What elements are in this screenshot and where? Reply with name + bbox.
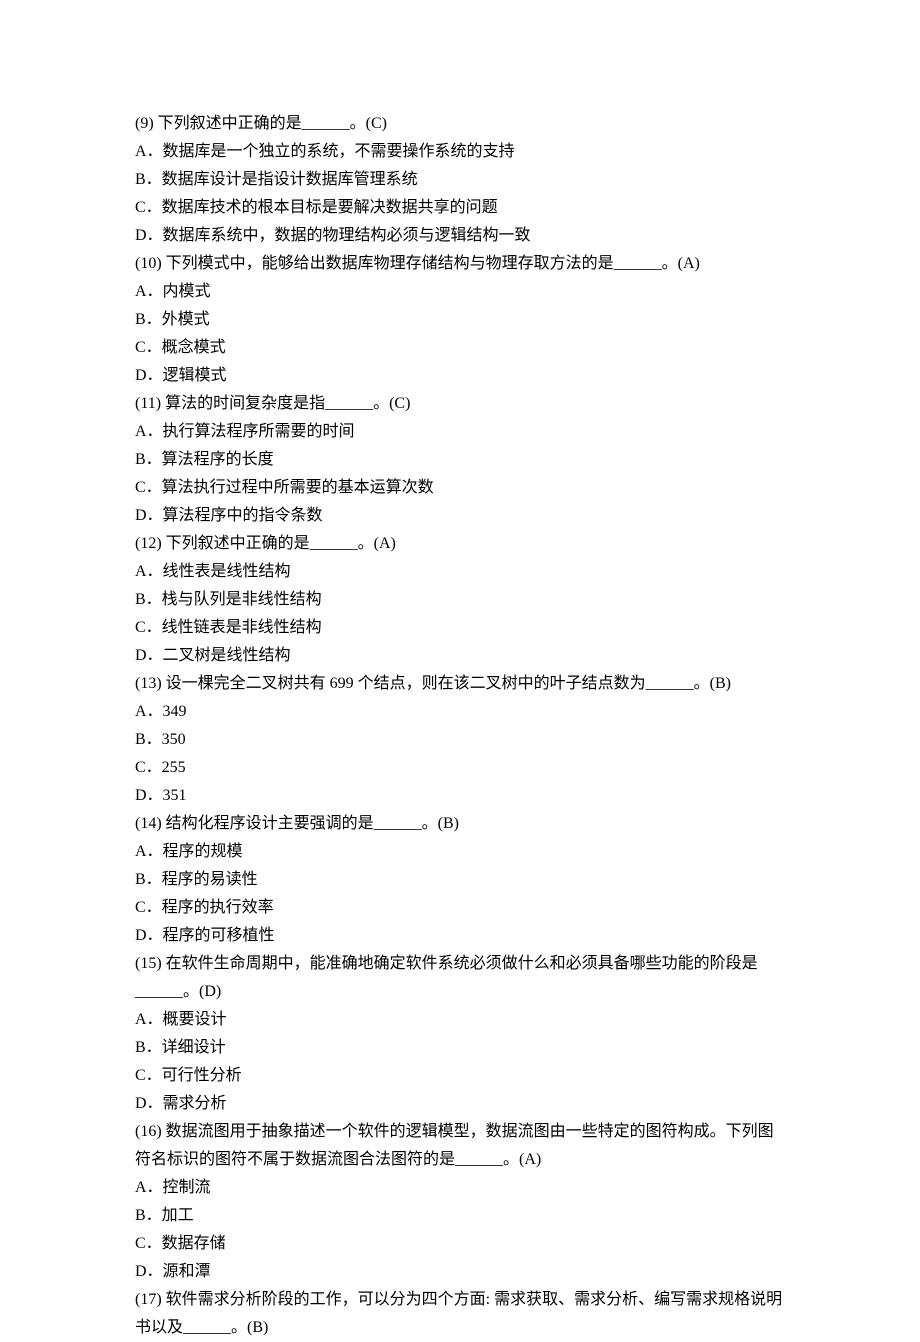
question-option: C．数据库技术的根本目标是要解决数据共享的问题 bbox=[135, 194, 785, 222]
question-option: B．数据库设计是指设计数据库管理系统 bbox=[135, 166, 785, 194]
question-option: C．线性链表是非线性结构 bbox=[135, 614, 785, 642]
question-option: B．350 bbox=[135, 726, 785, 754]
question-option: A．线性表是线性结构 bbox=[135, 558, 785, 586]
question-option: C．概念模式 bbox=[135, 334, 785, 362]
question-stem: (12) 下列叙述中正确的是______。(A) bbox=[135, 530, 785, 558]
question-option: D．数据库系统中，数据的物理结构必须与逻辑结构一致 bbox=[135, 222, 785, 250]
question-option: D．351 bbox=[135, 782, 785, 810]
question-option: B．算法程序的长度 bbox=[135, 446, 785, 474]
question-option: A．程序的规模 bbox=[135, 838, 785, 866]
question-stem: (17) 软件需求分析阶段的工作，可以分为四个方面: 需求获取、需求分析、编写需… bbox=[135, 1286, 785, 1342]
question-stem: (11) 算法的时间复杂度是指______。(C) bbox=[135, 390, 785, 418]
question-option: D．二叉树是线性结构 bbox=[135, 642, 785, 670]
question-option: C．可行性分析 bbox=[135, 1062, 785, 1090]
question-option: B．外模式 bbox=[135, 306, 785, 334]
question-option: A．概要设计 bbox=[135, 1006, 785, 1034]
question-option: C．255 bbox=[135, 754, 785, 782]
question-option: A．内模式 bbox=[135, 278, 785, 306]
question-option: A．执行算法程序所需要的时间 bbox=[135, 418, 785, 446]
question-option: D．源和潭 bbox=[135, 1258, 785, 1286]
question-option: D．逻辑模式 bbox=[135, 362, 785, 390]
question-option: C．算法执行过程中所需要的基本运算次数 bbox=[135, 474, 785, 502]
question-option: C．程序的执行效率 bbox=[135, 894, 785, 922]
question-stem: (10) 下列模式中，能够给出数据库物理存储结构与物理存取方法的是______。… bbox=[135, 250, 785, 278]
question-stem: (14) 结构化程序设计主要强调的是______。(B) bbox=[135, 810, 785, 838]
question-stem: (13) 设一棵完全二叉树共有 699 个结点，则在该二叉树中的叶子结点数为__… bbox=[135, 670, 785, 698]
question-option: B．程序的易读性 bbox=[135, 866, 785, 894]
question-option: A．控制流 bbox=[135, 1174, 785, 1202]
question-option: C．数据存储 bbox=[135, 1230, 785, 1258]
question-stem: (9) 下列叙述中正确的是______。(C) bbox=[135, 110, 785, 138]
question-stem: (16) 数据流图用于抽象描述一个软件的逻辑模型，数据流图由一些特定的图符构成。… bbox=[135, 1118, 785, 1174]
question-option: B．栈与队列是非线性结构 bbox=[135, 586, 785, 614]
question-option: D．程序的可移植性 bbox=[135, 922, 785, 950]
question-option: A．数据库是一个独立的系统，不需要操作系统的支持 bbox=[135, 138, 785, 166]
document-body: (9) 下列叙述中正确的是______。(C)A．数据库是一个独立的系统，不需要… bbox=[135, 110, 785, 1342]
question-option: D．算法程序中的指令条数 bbox=[135, 502, 785, 530]
question-option: A．349 bbox=[135, 698, 785, 726]
question-option: B．详细设计 bbox=[135, 1034, 785, 1062]
question-option: B．加工 bbox=[135, 1202, 785, 1230]
question-stem: (15) 在软件生命周期中，能准确地确定软件系统必须做什么和必须具备哪些功能的阶… bbox=[135, 950, 785, 1006]
question-option: D．需求分析 bbox=[135, 1090, 785, 1118]
